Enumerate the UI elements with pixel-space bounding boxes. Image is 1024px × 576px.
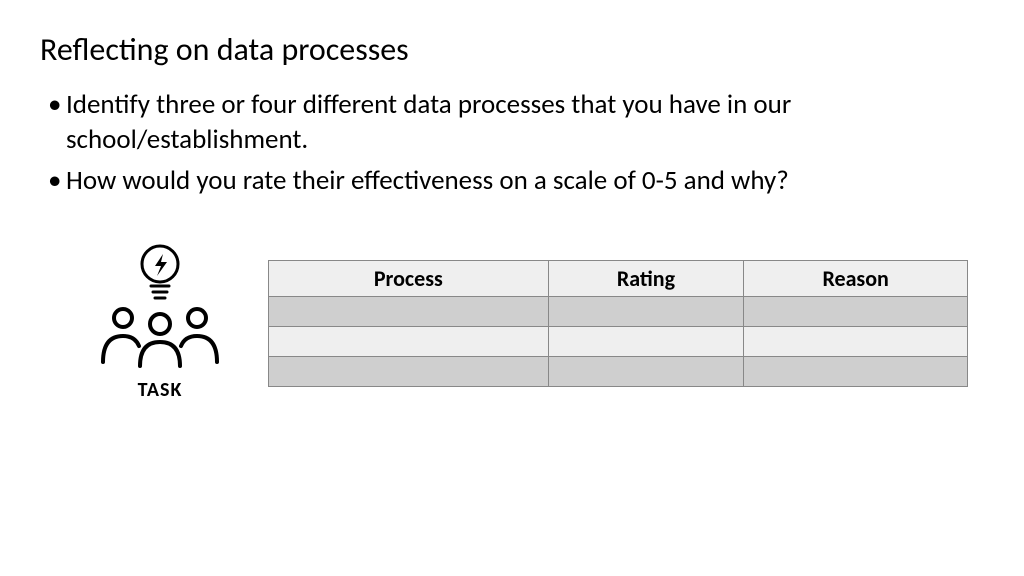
table-row (269, 297, 968, 327)
task-people-idea-icon (85, 236, 235, 376)
cell-process (269, 327, 549, 357)
cell-rating (548, 357, 744, 387)
cell-reason (744, 357, 968, 387)
col-header-process: Process (269, 261, 549, 297)
rating-table: Process Rating Reason (268, 260, 968, 387)
slide-title: Reflecting on data processes (40, 30, 984, 69)
col-header-reason: Reason (744, 261, 968, 297)
task-graphic: TASK (80, 236, 240, 402)
task-label: TASK (138, 378, 183, 402)
cell-reason (744, 327, 968, 357)
cell-rating (548, 327, 744, 357)
cell-reason (744, 297, 968, 327)
bullet-item: How would you rate their effectiveness o… (48, 163, 984, 198)
table-row (269, 357, 968, 387)
bullet-item: Identify three or four different data pr… (48, 87, 984, 157)
table-row (269, 327, 968, 357)
cell-rating (548, 297, 744, 327)
col-header-rating: Rating (548, 261, 744, 297)
bullet-list: Identify three or four different data pr… (40, 87, 984, 198)
cell-process (269, 357, 549, 387)
cell-process (269, 297, 549, 327)
